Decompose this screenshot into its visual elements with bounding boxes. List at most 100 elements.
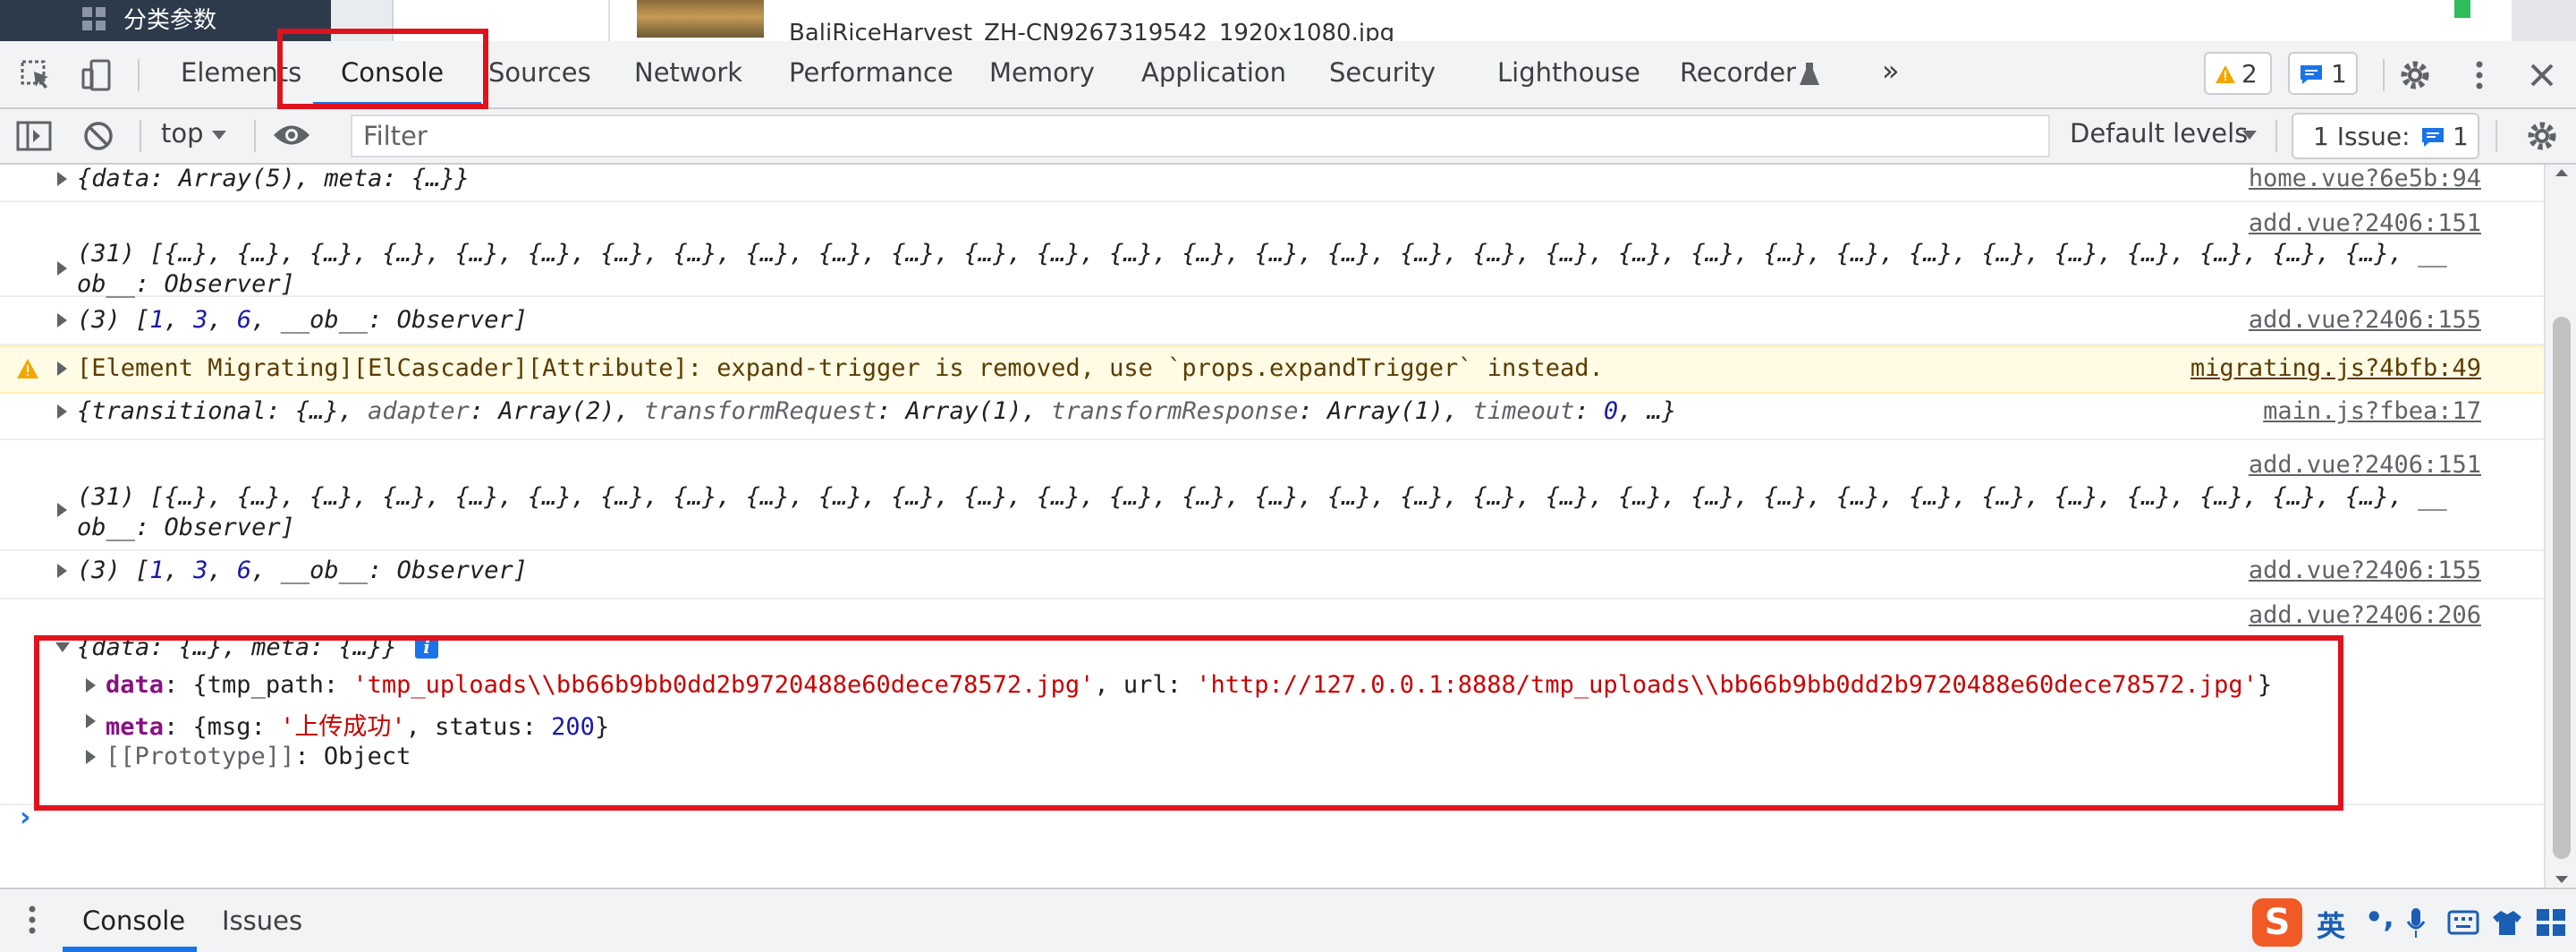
log-entry[interactable]: {transitional: {…}, adapter: Array(2), t…	[0, 392, 2544, 440]
warnings-badge[interactable]: 2	[2204, 52, 2272, 95]
uploaded-image-thumbnail[interactable]	[637, 0, 764, 38]
log-message-line2: ob__: Observer]	[77, 514, 295, 541]
log-source-link[interactable]: add.vue?2406:151	[2249, 209, 2481, 237]
toolbar-divider	[2275, 120, 2277, 152]
inspect-element-icon[interactable]	[18, 57, 54, 93]
log-entry[interactable]: {data: Array(5), meta: {…}} home.vue?6e5…	[0, 165, 2544, 202]
data-property: data: {tmp_path: 'tmp_uploads\\bb66b9bb0…	[106, 671, 2273, 699]
toolbar-divider	[2496, 120, 2497, 152]
devtools-drawer: Console Issues S 英 •,	[0, 888, 2576, 952]
expand-triangle-icon[interactable]	[57, 503, 67, 517]
chevron-down-icon	[2242, 131, 2257, 140]
expand-triangle-icon[interactable]	[57, 261, 67, 276]
log-source-link[interactable]: migrating.js?4bfb:49	[2190, 354, 2481, 382]
drawer-menu-icon[interactable]	[27, 904, 38, 936]
expand-triangle-icon[interactable]	[86, 678, 96, 693]
log-message: {data: Array(5), meta: {…}}	[77, 165, 470, 192]
sidebar-toggle-icon[interactable]	[16, 120, 52, 152]
console-filter-bar: top Default levels 1 Issue: 1	[0, 109, 2576, 165]
active-tab-indicator	[313, 102, 481, 107]
log-levels-dropdown[interactable]: Default levels	[2070, 118, 2248, 149]
tab-security[interactable]: Security	[1329, 57, 1436, 88]
tab-performance[interactable]: Performance	[789, 57, 953, 88]
toolbar-divider	[138, 59, 140, 91]
console-scrollbar[interactable]	[2544, 165, 2576, 888]
log-source-link[interactable]: add.vue?2406:206	[2249, 601, 2481, 629]
tab-console[interactable]: Console	[341, 57, 444, 88]
log-source-link[interactable]: add.vue?2406:151	[2249, 451, 2481, 479]
skin-shirt-icon[interactable]	[2492, 909, 2522, 936]
context-selector[interactable]: top	[161, 118, 204, 149]
grid-icon	[82, 7, 106, 30]
expand-triangle-icon[interactable]	[57, 172, 67, 186]
kebab-menu-icon[interactable]	[2462, 57, 2497, 93]
warning-icon	[2216, 65, 2235, 83]
expand-triangle-icon[interactable]	[86, 714, 96, 728]
scroll-up-icon[interactable]	[2555, 168, 2569, 177]
issues-label: 1 Issue:	[2313, 122, 2411, 151]
expand-triangle-icon[interactable]	[57, 564, 67, 578]
microphone-icon[interactable]	[2406, 907, 2426, 939]
expand-triangle-icon[interactable]	[57, 313, 67, 327]
collapse-triangle-icon[interactable]	[55, 642, 70, 652]
tab-memory[interactable]: Memory	[989, 57, 1095, 88]
expand-triangle-icon[interactable]	[57, 361, 67, 376]
drawer-tab-console[interactable]: Console	[82, 905, 185, 936]
more-tabs-button[interactable]: »	[1882, 54, 1900, 88]
scroll-thumb[interactable]	[2553, 317, 2571, 859]
issues-button[interactable]: 1 Issue: 1	[2292, 113, 2479, 159]
tab-sources[interactable]: Sources	[488, 57, 591, 88]
info-icon[interactable]: i	[415, 635, 438, 659]
log-entry[interactable]: add.vue?2406:151 (31) [{…}, {…}, {…}, {……	[0, 440, 2544, 551]
log-message: (3) [1, 3, 6, __ob__: Observer]	[77, 557, 528, 584]
log-message: {transitional: {…}, adapter: Array(2), t…	[77, 397, 1677, 425]
log-message: {data: {…}, meta: {…}}	[77, 633, 397, 661]
expand-triangle-icon[interactable]	[86, 750, 96, 764]
clear-console-icon[interactable]	[82, 120, 114, 152]
filter-input[interactable]	[352, 116, 2048, 156]
message-icon	[2422, 128, 2444, 147]
toolbox-grid-icon[interactable]	[2535, 907, 2567, 938]
console-prompt[interactable]: ›	[20, 802, 30, 833]
sidebar-item-label[interactable]: 分类参数	[123, 2, 216, 35]
page-scroll-area	[2512, 0, 2576, 41]
expand-triangle-icon[interactable]	[57, 404, 67, 419]
ime-language-toggle[interactable]: 英	[2317, 904, 2345, 945]
ime-logo-icon[interactable]: S	[2252, 898, 2302, 947]
chevron-down-icon	[212, 131, 226, 140]
drawer-tab-issues[interactable]: Issues	[222, 905, 302, 936]
log-source-link[interactable]: add.vue?2406:155	[2249, 306, 2481, 334]
scroll-down-icon[interactable]	[2555, 875, 2569, 884]
console-settings-icon[interactable]	[2524, 118, 2560, 154]
messages-count: 1	[2331, 59, 2347, 89]
log-source-link[interactable]: add.vue?2406:155	[2249, 557, 2481, 584]
log-source-link[interactable]: home.vue?6e5b:94	[2249, 165, 2481, 192]
log-message-line2: ob__: Observer]	[77, 270, 295, 298]
log-entry[interactable]: add.vue?2406:151 (31) [{…}, {…}, {…}, {……	[0, 202, 2544, 298]
keyboard-icon[interactable]	[2447, 909, 2479, 936]
tab-lighthouse[interactable]: Lighthouse	[1497, 57, 1640, 88]
log-entry[interactable]: (3) [1, 3, 6, __ob__: Observer] add.vue?…	[0, 297, 2544, 345]
eye-icon[interactable]	[272, 122, 311, 149]
tab-network[interactable]: Network	[634, 57, 742, 88]
meta-property: meta: {msg: '上传成功', status: 200}	[106, 713, 610, 741]
tab-recorder[interactable]: Recorder	[1680, 57, 1796, 88]
ime-punctuation-toggle[interactable]: •,	[2365, 900, 2394, 934]
tab-elements[interactable]: Elements	[181, 57, 301, 88]
log-entry[interactable]: (3) [1, 3, 6, __ob__: Observer] add.vue?…	[0, 551, 2544, 599]
log-source-link[interactable]: main.js?fbea:17	[2263, 397, 2481, 425]
log-message-line1: (31) [{…}, {…}, {…}, {…}, {…}, {…}, {…},…	[77, 483, 2447, 511]
warning-entry[interactable]: [Element Migrating][ElCascader][Attribut…	[0, 345, 2544, 394]
settings-gear-icon[interactable]	[2397, 57, 2433, 93]
toolbar-divider	[254, 120, 256, 152]
close-icon[interactable]	[2524, 57, 2560, 93]
page-gutter	[331, 0, 394, 41]
status-indicator	[2454, 0, 2470, 18]
app-sidebar: 分类参数	[0, 0, 331, 41]
filter-field[interactable]	[351, 115, 2050, 157]
flask-icon	[1800, 63, 1819, 85]
expanded-log-entry[interactable]: add.vue?2406:206 {data: {…}, meta: {…}} …	[0, 599, 2544, 805]
device-toolbar-icon[interactable]	[79, 57, 114, 93]
messages-badge[interactable]: 1	[2288, 52, 2358, 95]
tab-application[interactable]: Application	[1141, 57, 1286, 88]
